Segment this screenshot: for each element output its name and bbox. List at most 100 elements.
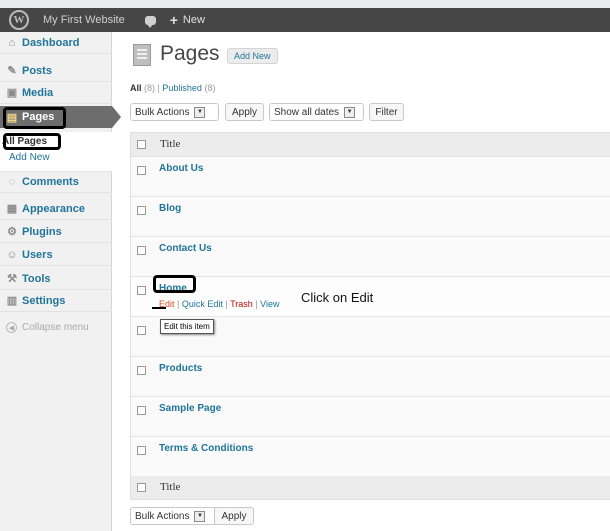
filter-published-link[interactable]: Published (162, 83, 202, 93)
sidebar-item-users[interactable]: ☺ Users (0, 244, 112, 266)
row-checkbox[interactable] (137, 406, 146, 415)
all-pages-highlight-box (3, 133, 61, 150)
sidebar-item-label: Tools (22, 272, 51, 285)
sidebar-item-label: Comments (22, 175, 79, 188)
settings-icon: ▥ (6, 295, 18, 307)
page-title-link[interactable]: Terms & Conditions (159, 443, 253, 454)
page-title-link[interactable]: About Us (159, 163, 203, 174)
sidebar-item-plugins[interactable]: ⚙ Plugins (0, 221, 112, 243)
wordpress-logo-icon[interactable]: W (9, 10, 29, 30)
apply-button[interactable]: Apply (225, 103, 264, 121)
table-row: Terms & Conditions (131, 437, 610, 477)
sidebar-item-dashboard[interactable]: ⌂ Dashboard (0, 32, 112, 54)
submenu-add-new[interactable]: Add New (9, 152, 50, 163)
pages-header-icon (133, 44, 151, 66)
dates-value: Show all dates (274, 106, 340, 118)
sidebar-item-comments[interactable]: ◌ Comments (0, 171, 112, 193)
edit-underline-mark (152, 307, 166, 309)
new-content-link[interactable]: + New (170, 13, 205, 27)
row-checkbox[interactable] (137, 166, 146, 175)
row-actions: Edit | Quick Edit | Trash | View (159, 299, 280, 309)
comment-bubble-icon[interactable] (144, 15, 156, 28)
tools-icon: ⚒ (7, 273, 17, 285)
row-checkbox[interactable] (137, 206, 146, 215)
select-all-checkbox[interactable] (137, 483, 146, 492)
table-header: Title (131, 133, 610, 157)
chevron-down-icon: ▼ (344, 106, 356, 118)
main-content: Pages Add New All (8) | Published (8) Bu… (112, 32, 610, 531)
site-name-link[interactable]: My First Website (43, 14, 125, 26)
sidebar-item-settings[interactable]: ▥ Settings (0, 290, 112, 312)
column-title-header[interactable]: Title (160, 138, 180, 150)
bulk-actions-value: Bulk Actions (135, 106, 190, 118)
pages-highlight-box (3, 107, 66, 129)
column-title-footer[interactable]: Title (160, 481, 180, 493)
table-row: Sample Page (131, 397, 610, 437)
sidebar-item-media[interactable]: ▣ Media (0, 82, 112, 104)
instruction-annotation: Click on Edit (301, 290, 374, 305)
collapse-menu-button[interactable]: ◀ Collapse menu (6, 322, 89, 333)
collapse-menu-label: Collapse menu (22, 322, 89, 333)
sidebar-item-label: Appearance (22, 202, 85, 215)
row-action-separator: | (255, 299, 258, 309)
sidebar-item-label: Settings (22, 294, 66, 307)
appearance-icon: ▦ (6, 203, 18, 215)
filter-separator: | (157, 83, 160, 93)
table-row: Blog (131, 197, 610, 237)
table-footer: Title (131, 476, 610, 500)
add-new-button[interactable]: Add New (227, 48, 278, 64)
bulk-actions-select[interactable]: Bulk Actions ▼ (130, 103, 219, 121)
comment-icon: ◌ (8, 175, 16, 188)
bulk-actions-value: Bulk Actions (135, 510, 190, 522)
page-title: Pages (160, 42, 220, 65)
home-icon: ⌂ (8, 36, 16, 49)
admin-bar: W My First Website + New (0, 8, 610, 32)
chevron-down-icon: ▼ (194, 106, 206, 118)
sidebar-item-posts[interactable]: ✎ Posts (0, 60, 112, 82)
apply-button-bottom[interactable]: Apply (214, 507, 254, 525)
page-title-link[interactable]: Blog (159, 203, 181, 214)
row-checkbox[interactable] (137, 286, 146, 295)
view-link[interactable]: View (260, 299, 279, 309)
pin-icon: ✎ (7, 65, 17, 77)
page-title-link[interactable]: Contact Us (159, 243, 212, 254)
row-action-separator: | (225, 299, 228, 309)
bulk-actions-select-bottom[interactable]: Bulk Actions ▼ (130, 507, 219, 525)
table-row: Contact Us (131, 237, 610, 277)
plus-icon: + (169, 12, 178, 28)
page-title-link[interactable]: Sample Page (159, 403, 221, 414)
dates-select[interactable]: Show all dates ▼ (269, 103, 364, 121)
sidebar-item-label: Plugins (22, 225, 62, 238)
row-action-separator: | (177, 299, 180, 309)
filter-published-count: (8) (204, 83, 216, 93)
row-checkbox[interactable] (137, 446, 146, 455)
row-checkbox[interactable] (137, 326, 146, 335)
filter-all-count: (8) (144, 83, 156, 93)
collapse-arrow-icon: ◀ (6, 322, 17, 333)
sidebar-item-appearance[interactable]: ▦ Appearance (0, 198, 112, 220)
pages-table: Title About Us Blog Contact Us Home Edit… (130, 132, 610, 500)
quick-edit-link[interactable]: Quick Edit (182, 299, 223, 309)
filter-all-link[interactable]: All (130, 83, 142, 93)
sidebar-item-tools[interactable]: ⚒ Tools (0, 268, 112, 290)
new-label: New (182, 14, 205, 26)
plugin-icon: ⚙ (7, 226, 17, 238)
sidebar-item-label: Posts (22, 64, 52, 77)
trash-link[interactable]: Trash (230, 299, 253, 309)
row-checkbox[interactable] (137, 366, 146, 375)
sidebar-item-label: Users (22, 248, 53, 261)
top-strip (0, 0, 610, 8)
row-checkbox[interactable] (137, 246, 146, 255)
media-icon: ▣ (6, 87, 18, 99)
table-row: About Us (131, 157, 610, 197)
users-icon: ☺ (6, 248, 18, 261)
select-all-checkbox[interactable] (137, 140, 146, 149)
table-row: Products (131, 357, 610, 397)
page-title-link[interactable]: Products (159, 363, 202, 374)
sidebar-item-label: Dashboard (22, 36, 80, 49)
edit-tooltip: Edit this item (160, 319, 214, 334)
filter-button[interactable]: Filter (369, 103, 404, 121)
home-highlight-box (153, 275, 196, 293)
sidebar-item-label: Media (22, 86, 54, 99)
status-filter-links: All (8) | Published (8) (130, 83, 215, 93)
